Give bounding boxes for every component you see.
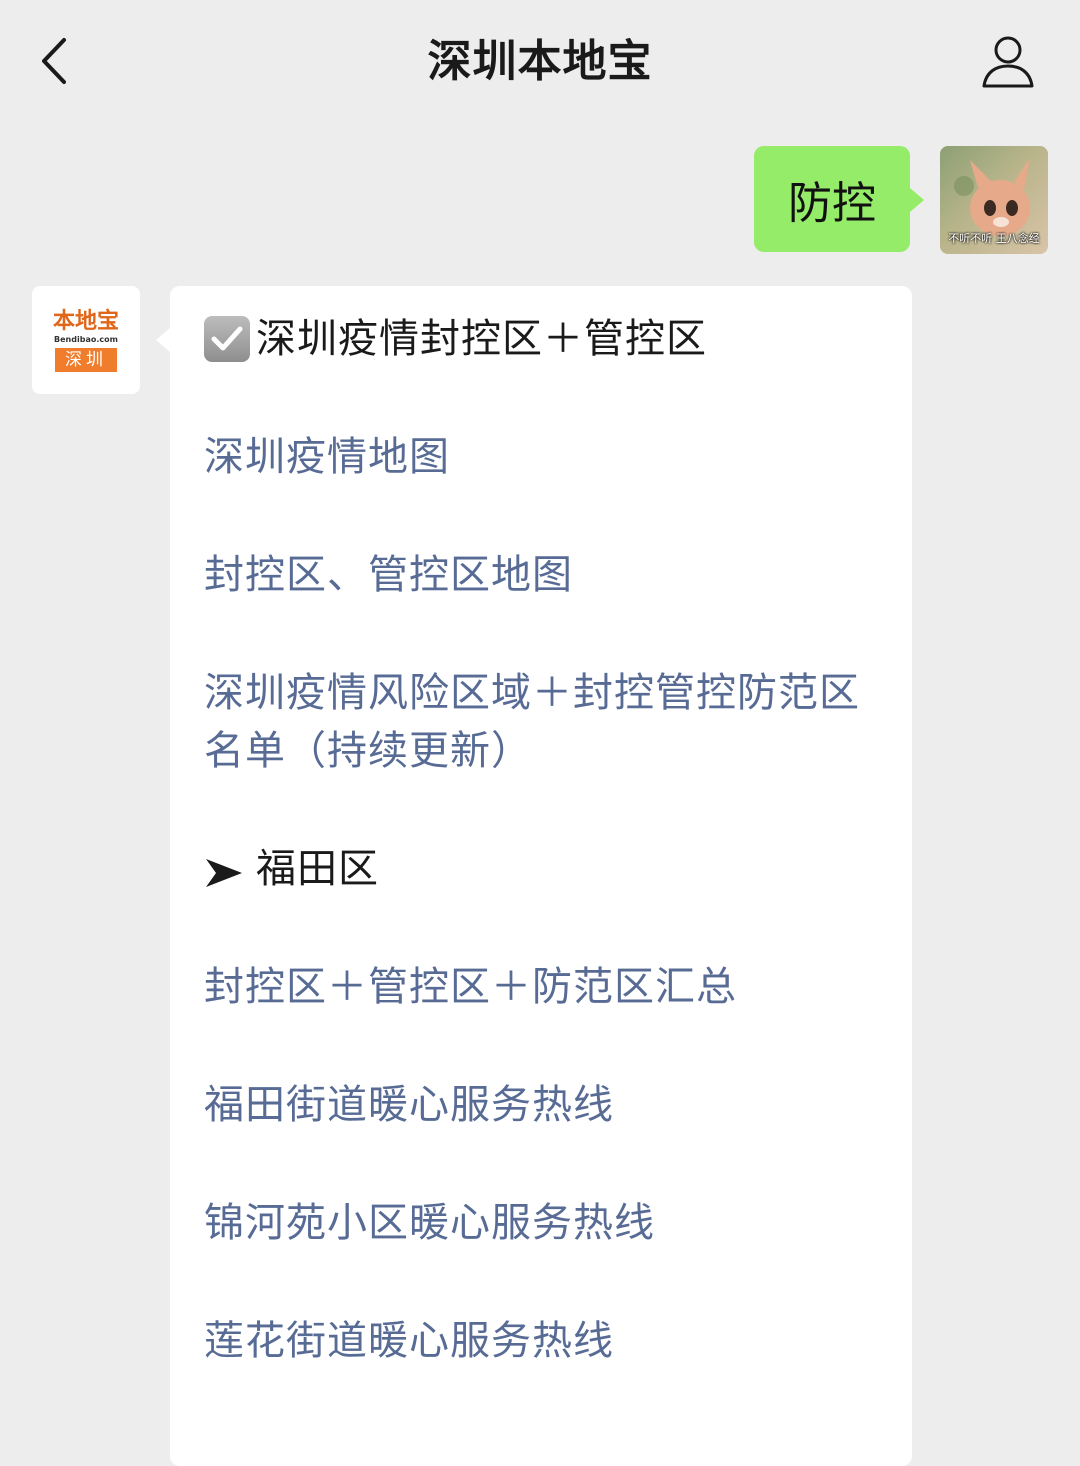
- my-avatar[interactable]: 不听不听 王八念经: [940, 146, 1048, 254]
- chat-title: 深圳本地宝: [427, 36, 653, 87]
- reply-bubble: 深圳疫情封控区＋管控区 深圳疫情地图 封控区、管控区地图 深圳疫情风险区域＋封控…: [156, 286, 912, 1466]
- brand-logo-url: Bendibao.com: [54, 335, 118, 344]
- outgoing-message: 防控 不听不听 王八念经: [754, 146, 1048, 254]
- profile-button[interactable]: [976, 30, 1040, 94]
- district-heading-text: 福田区: [256, 846, 379, 892]
- reply-heading: 深圳疫情封控区＋管控区: [204, 310, 882, 368]
- link-shenzhen-epidemic-map[interactable]: 深圳疫情地图: [204, 428, 882, 486]
- outgoing-bubble[interactable]: 防控: [754, 146, 924, 252]
- avatar-caption: 不听不听 王八念经: [948, 232, 1040, 245]
- brand-logo-city: 深圳: [55, 348, 117, 372]
- link-risk-area-list[interactable]: 深圳疫情风险区域＋封控管控防范区名单（持续更新）: [204, 664, 882, 780]
- link-futian-zone-summary[interactable]: 封控区＋管控区＋防范区汇总: [204, 958, 882, 1016]
- link-control-zone-map[interactable]: 封控区、管控区地图: [204, 546, 882, 604]
- reply-heading-text: 深圳疫情封控区＋管控区: [256, 316, 707, 362]
- navigation-bar: 深圳本地宝: [0, 0, 1080, 125]
- link-lianhua-street-hotline[interactable]: 莲花街道暖心服务热线: [204, 1312, 882, 1370]
- arrowhead-right-icon: [204, 851, 244, 891]
- person-icon: [982, 36, 1034, 88]
- checkbox-checked-icon: [204, 316, 250, 362]
- district-heading: 福田区: [204, 840, 882, 898]
- link-futian-street-hotline[interactable]: 福田街道暖心服务热线: [204, 1076, 882, 1134]
- brand-logo-text: 本地宝: [52, 308, 119, 334]
- link-jinheyuan-hotline[interactable]: 锦河苑小区暖心服务热线: [204, 1194, 882, 1252]
- bot-avatar[interactable]: 本地宝 Bendibao.com 深圳: [32, 286, 140, 394]
